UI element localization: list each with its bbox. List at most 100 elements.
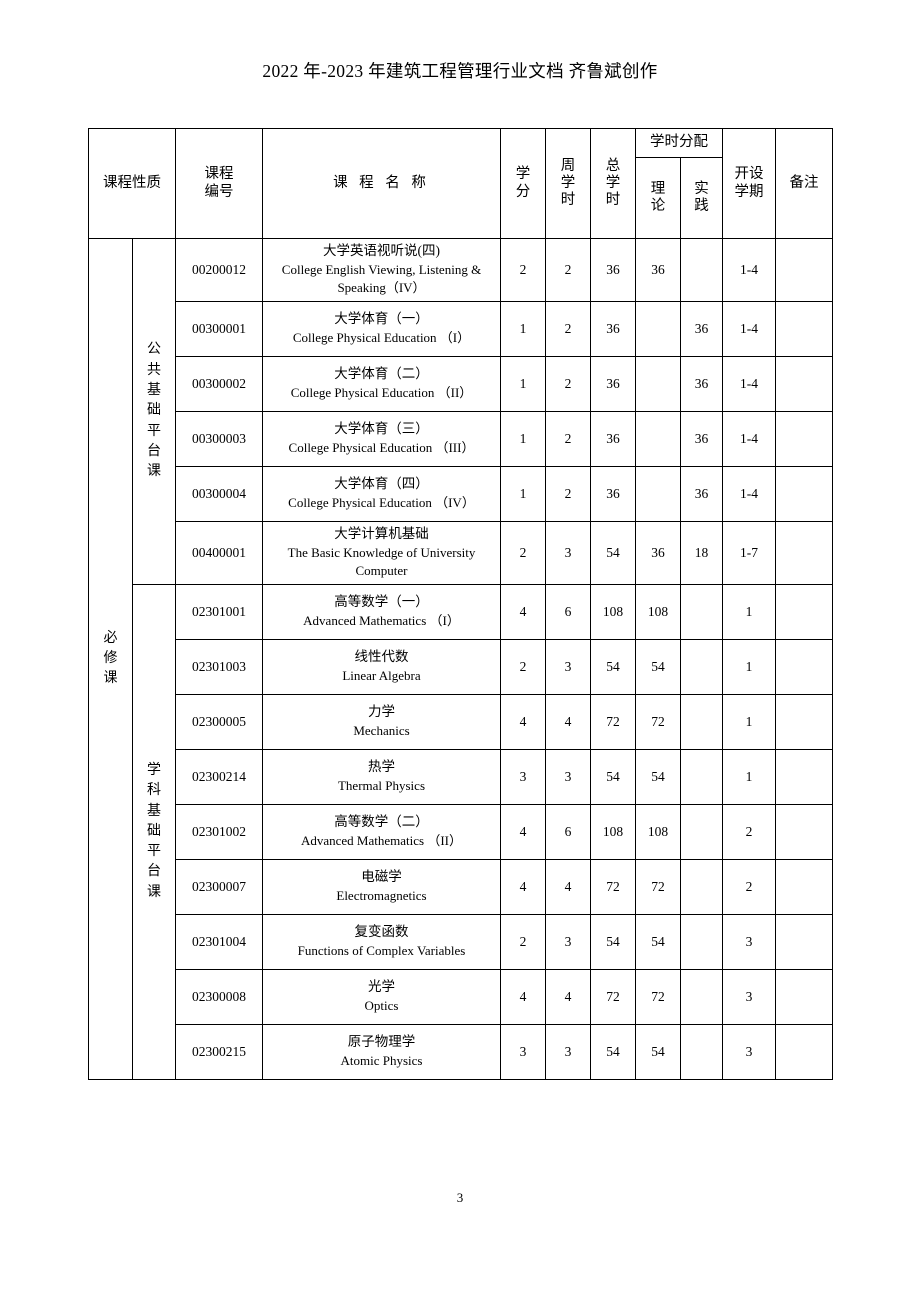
cell-weekly-hours: 3 xyxy=(545,749,591,805)
cell-course-code: 00200012 xyxy=(175,238,263,302)
course-name-cn: 原子物理学 xyxy=(347,1034,416,1050)
course-name-cn: 光学 xyxy=(368,979,395,995)
header-credit-line1: 学 xyxy=(515,166,531,183)
cell-credit: 1 xyxy=(500,411,546,467)
course-name-en: College Physical Education （IV） xyxy=(288,495,475,511)
course-name-cn: 大学计算机基础 xyxy=(334,526,429,542)
cell-course-code: 02300214 xyxy=(175,749,263,805)
course-name-en: Linear Algebra xyxy=(342,668,421,684)
cell-opening-term: 1-4 xyxy=(722,301,776,357)
table-row: 02300008 光学 Optics 4 4 72 72 3 xyxy=(89,969,833,1025)
table-row: 00300001 大学体育（一） College Physical Educatio… xyxy=(89,301,833,357)
header-hours-allocation: 学时分配 xyxy=(635,128,723,158)
header-opening-term: 开设 学期 xyxy=(722,128,776,239)
cell-remark xyxy=(775,521,833,585)
table-row: 00300002 大学体育（二） College Physical Educatio… xyxy=(89,356,833,412)
table-header-row-1: 课程性质 课程 编号 课 程 名 称 学 分 周 学 时 总 学 时 学时分配 … xyxy=(88,128,833,239)
cell-course-code: 02300008 xyxy=(175,969,263,1025)
course-name-en: Advanced Mathematics （II） xyxy=(300,833,462,849)
cell-total-hours: 36 xyxy=(590,411,636,467)
course-name-cn: 复变函数 xyxy=(354,924,409,940)
course-name-cn: 大学体育（二） xyxy=(334,366,429,382)
cell-total-hours: 54 xyxy=(590,521,636,585)
cell-weekly-hours: 3 xyxy=(545,1024,591,1080)
course-name-cn: 力学 xyxy=(368,704,395,720)
cell-course-name: 大学英语视听说(四) College English Viewing, Liste… xyxy=(262,238,501,302)
cell-weekly-hours: 4 xyxy=(545,859,591,915)
cell-remark xyxy=(775,804,833,860)
page-header-text: 2022 年-2023 年建筑工程管理行业文档 齐鲁斌创作 xyxy=(262,61,658,81)
cell-course-code: 00400001 xyxy=(175,521,263,585)
cell-theory-hours: 72 xyxy=(635,859,681,915)
header-credit-lines: 学 分 xyxy=(501,166,545,200)
cell-weekly-hours: 2 xyxy=(545,411,591,467)
course-name-cn: 大学体育（一） xyxy=(334,311,429,327)
cell-credit: 3 xyxy=(500,749,546,805)
cell-course-name: 电磁学 Electromagnetics xyxy=(262,859,501,915)
cell-weekly-hours: 6 xyxy=(545,804,591,860)
cell-theory-hours xyxy=(635,301,681,357)
cell-theory-hours: 54 xyxy=(635,639,681,695)
header-theory-hours-lines: 理 论 xyxy=(636,181,680,215)
table-row: 02301003 线性代数 Linear Algebra 2 3 54 54 1 xyxy=(89,639,833,695)
cell-course-name: 力学 Mechanics xyxy=(262,694,501,750)
cell-course-name: 高等数学（一） Advanced Mathematics （I） xyxy=(262,584,501,640)
header-weekly-hours-lines: 周 学 时 xyxy=(546,158,590,209)
cell-credit: 2 xyxy=(500,521,546,585)
cell-practice-hours: 36 xyxy=(680,411,723,467)
cell-practice-hours xyxy=(680,969,723,1025)
cell-course-name: 光学 Optics xyxy=(262,969,501,1025)
cell-opening-term: 1-4 xyxy=(722,238,776,302)
cell-practice-hours xyxy=(680,914,723,970)
cell-opening-term: 1 xyxy=(722,694,776,750)
header-weekly-hours-line2: 学 xyxy=(560,174,576,191)
cell-opening-term: 1 xyxy=(722,639,776,695)
cell-course-code: 02300215 xyxy=(175,1024,263,1080)
cell-course-code: 00300003 xyxy=(175,411,263,467)
cell-theory-hours: 108 xyxy=(635,804,681,860)
cell-course-code: 02301001 xyxy=(175,584,263,640)
document-page: 2022 年-2023 年建筑工程管理行业文档 齐鲁斌创作 课程性质 课程 编号… xyxy=(0,0,920,1302)
course-name-en: College Physical Education （II） xyxy=(290,385,473,401)
cell-weekly-hours: 3 xyxy=(545,639,591,695)
cell-weekly-hours: 3 xyxy=(545,521,591,585)
curriculum-table-container: 课程性质 课程 编号 课 程 名 称 学 分 周 学 时 总 学 时 学时分配 … xyxy=(88,128,833,1080)
header-theory-hours: 理 论 xyxy=(635,157,681,239)
cell-practice-hours: 36 xyxy=(680,356,723,412)
table-row: 02301002 高等数学（二） Advanced Mathematics （II）… xyxy=(89,804,833,860)
cell-course-name: 高等数学（二） Advanced Mathematics （II） xyxy=(262,804,501,860)
cell-course-name: 大学体育（一） College Physical Education （I） xyxy=(262,301,501,357)
header-course-code-line1: 课程 xyxy=(204,166,234,183)
cell-theory-hours: 36 xyxy=(635,521,681,585)
course-name-cn: 大学英语视听说(四) xyxy=(323,243,440,259)
header-opening-term-line1: 开设 xyxy=(734,166,764,183)
cell-opening-term: 2 xyxy=(722,804,776,860)
cell-total-hours: 36 xyxy=(590,301,636,357)
cell-course-code: 02301003 xyxy=(175,639,263,695)
header-weekly-hours-line1: 周 xyxy=(560,157,576,174)
cell-weekly-hours: 2 xyxy=(545,356,591,412)
course-name-cn: 电磁学 xyxy=(361,869,402,885)
cell-credit: 4 xyxy=(500,804,546,860)
cell-course-code: 00300002 xyxy=(175,356,263,412)
cell-course-name: 大学体育（三） College Physical Education （III） xyxy=(262,411,501,467)
table-row: 00300004 大学体育（四） College Physical Educatio… xyxy=(89,466,833,522)
course-name-en: Mechanics xyxy=(353,723,410,739)
cell-course-code: 02301002 xyxy=(175,804,263,860)
course-name-en: Functions of Complex Variables xyxy=(297,943,466,959)
cell-remark xyxy=(775,584,833,640)
cell-opening-term: 3 xyxy=(722,914,776,970)
cell-course-code: 02301004 xyxy=(175,914,263,970)
row-group-required: 必修课 xyxy=(88,238,133,1080)
cell-credit: 1 xyxy=(500,466,546,522)
course-name-en: College Physical Education （III） xyxy=(288,440,475,456)
header-opening-term-lines: 开设 学期 xyxy=(723,166,775,200)
table-row: 02300215 原子物理学 Atomic Physics 3 3 54 54 3 xyxy=(89,1024,833,1080)
cell-course-name: 大学体育（二） College Physical Education （II） xyxy=(262,356,501,412)
cell-course-name: 复变函数 Functions of Complex Variables xyxy=(262,914,501,970)
header-course-code-lines: 课程 编号 xyxy=(176,166,262,200)
cell-opening-term: 2 xyxy=(722,859,776,915)
cell-course-name: 大学体育（四） College Physical Education （IV） xyxy=(262,466,501,522)
cell-credit: 3 xyxy=(500,1024,546,1080)
cell-credit: 4 xyxy=(500,694,546,750)
